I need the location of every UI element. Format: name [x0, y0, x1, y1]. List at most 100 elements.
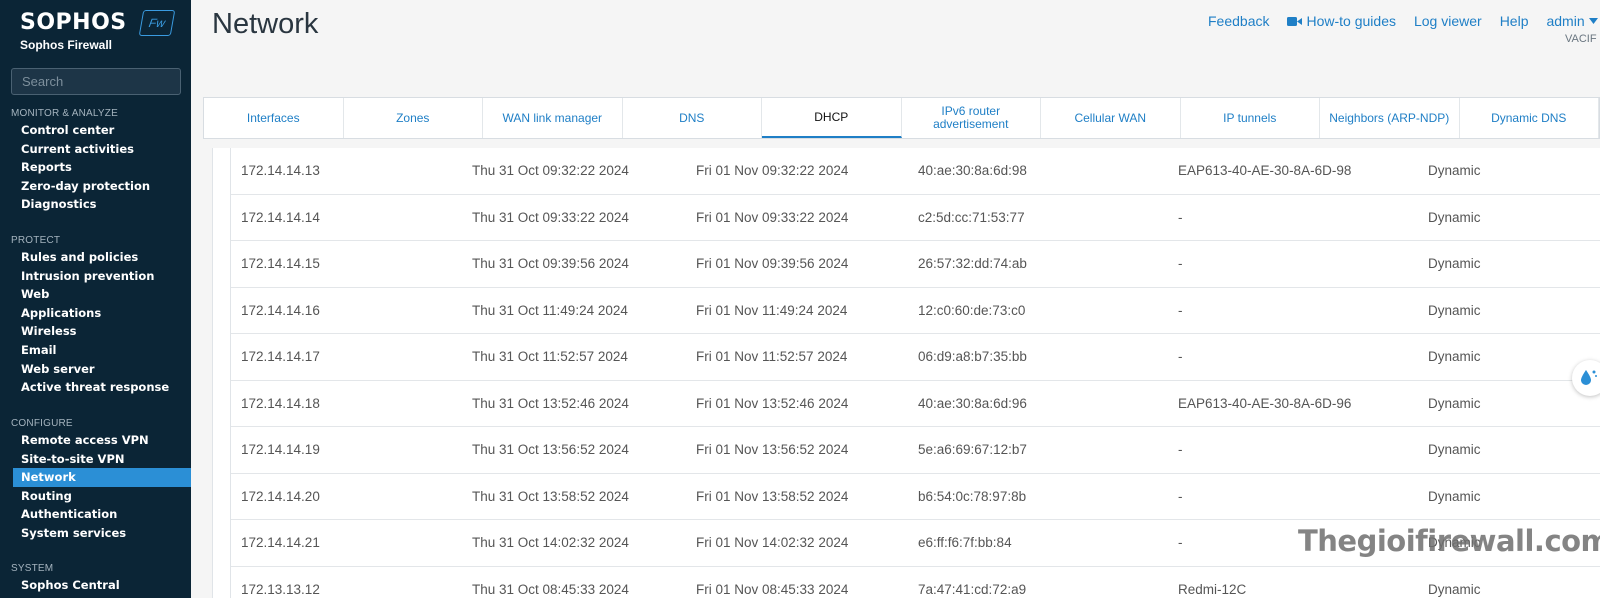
lease-ip: 172.14.14.15	[241, 256, 320, 272]
lease-mac: 5e:a6:69:67:12:b7	[918, 442, 1027, 458]
water-drop-icon	[1581, 370, 1597, 385]
lease-type: Dynamic	[1428, 442, 1481, 458]
sidebar-item-reports[interactable]: Reports	[0, 158, 191, 177]
lease-host: -	[1178, 302, 1183, 318]
table-row[interactable]: 172.14.14.14 Thu 31 Oct 09:33:22 2024 Fr…	[231, 195, 1600, 241]
tab-ip-tunnels[interactable]: IP tunnels	[1181, 98, 1320, 138]
table-row[interactable]: 172.14.14.20 Thu 31 Oct 13:58:52 2024 Fr…	[231, 474, 1600, 520]
lease-mac: 26:57:32:dd:74:ab	[918, 256, 1027, 272]
lease-host: -	[1178, 488, 1183, 504]
lease-ip: 172.14.14.16	[241, 302, 320, 318]
lease-start: Thu 31 Oct 09:32:22 2024	[472, 163, 629, 179]
how-to-guides-link[interactable]: How-to guides	[1306, 13, 1396, 29]
tab-dhcp[interactable]: DHCP	[762, 98, 902, 138]
lease-end: Fri 01 Nov 09:33:22 2024	[696, 209, 849, 225]
top-links: Feedback How-to guides Log viewer Help a…	[1208, 13, 1598, 29]
sidebar-item-email[interactable]: Email	[0, 341, 191, 360]
page-title: Network	[212, 8, 319, 40]
lease-end: Fri 01 Nov 08:45:33 2024	[696, 581, 849, 597]
sidebar: SOPHOS Sophos Firewall Fw MONITOR & ANAL…	[0, 0, 198, 598]
nav-heading: CONFIGURE	[11, 418, 73, 429]
lease-mac: 7a:47:41:cd:72:a9	[918, 581, 1027, 597]
table-row[interactable]: 172.14.14.17 Thu 31 Oct 11:52:57 2024 Fr…	[231, 334, 1600, 381]
lease-host: -	[1178, 349, 1183, 365]
tab-ipv6-router-advertisement[interactable]: IPv6 router advertisement	[902, 98, 1041, 138]
lease-type: Dynamic	[1428, 395, 1481, 411]
sidebar-item-zero-day-protection[interactable]: Zero-day protection	[0, 177, 191, 196]
lease-end: Fri 01 Nov 13:58:52 2024	[696, 488, 849, 504]
table-row[interactable]: 172.14.14.19 Thu 31 Oct 13:56:52 2024 Fr…	[231, 427, 1600, 474]
tab-cellular-wan[interactable]: Cellular WAN	[1041, 98, 1181, 138]
lease-start: Thu 31 Oct 08:45:33 2024	[472, 581, 629, 597]
tab-zones[interactable]: Zones	[344, 98, 483, 138]
lease-start: Thu 31 Oct 13:56:52 2024	[472, 442, 629, 458]
assistant-button[interactable]	[1572, 360, 1600, 396]
sidebar-item-active-threat-response[interactable]: Active threat response	[0, 378, 191, 397]
lease-type: Dynamic	[1428, 488, 1481, 504]
lease-end: Fri 01 Nov 13:56:52 2024	[696, 442, 849, 458]
lease-start: Thu 31 Oct 13:52:46 2024	[472, 395, 629, 411]
lease-mac: 40:ae:30:8a:6d:96	[918, 395, 1027, 411]
sidebar-item-intrusion-prevention[interactable]: Intrusion prevention	[0, 267, 191, 286]
nav-heading: MONITOR & ANALYZE	[11, 108, 118, 119]
sidebar-item-wireless[interactable]: Wireless	[0, 322, 191, 341]
sophos-logo[interactable]: SOPHOS Sophos Firewall	[20, 10, 127, 52]
log-viewer-link[interactable]: Log viewer	[1414, 13, 1482, 29]
lease-start: Thu 31 Oct 14:02:32 2024	[472, 535, 629, 551]
lease-start: Thu 31 Oct 11:52:57 2024	[472, 349, 628, 365]
sidebar-item-web[interactable]: Web	[0, 285, 191, 304]
sidebar-item-system-services[interactable]: System services	[0, 524, 191, 543]
nav-heading: PROTECT	[11, 235, 61, 246]
tab-interfaces[interactable]: Interfaces	[204, 98, 344, 138]
table-row[interactable]: 172.14.14.18 Thu 31 Oct 13:52:46 2024 Fr…	[231, 381, 1600, 427]
lease-ip: 172.14.14.18	[241, 395, 320, 411]
lease-host: -	[1178, 442, 1183, 458]
lease-mac: e6:ff:f6:7f:bb:84	[918, 535, 1012, 551]
lease-end: Fri 01 Nov 09:39:56 2024	[696, 256, 849, 272]
user-menu[interactable]: admin	[1546, 13, 1584, 29]
lease-end: Fri 01 Nov 11:49:24 2024	[696, 302, 848, 318]
sidebar-item-control-center[interactable]: Control center	[0, 121, 191, 140]
tab-wan-link-manager[interactable]: WAN link manager	[483, 98, 623, 138]
network-tabs: Interfaces Zones WAN link manager DNS DH…	[203, 97, 1600, 139]
lease-ip: 172.14.14.13	[241, 163, 320, 179]
sidebar-item-remote-access-vpn[interactable]: Remote access VPN	[0, 431, 191, 450]
lease-type: Dynamic	[1428, 209, 1481, 225]
tab-dynamic-dns[interactable]: Dynamic DNS	[1460, 98, 1599, 138]
lease-host: EAP613-40-AE-30-8A-6D-98	[1178, 163, 1352, 179]
table-row[interactable]: 172.13.13.12 Thu 31 Oct 08:45:33 2024 Fr…	[231, 567, 1600, 598]
sidebar-item-web-server[interactable]: Web server	[0, 360, 191, 379]
sidebar-item-routing[interactable]: Routing	[0, 487, 191, 506]
lease-host: EAP613-40-AE-30-8A-6D-96	[1178, 395, 1352, 411]
lease-end: Fri 01 Nov 11:52:57 2024	[696, 349, 848, 365]
sidebar-item-rules-and-policies[interactable]: Rules and policies	[0, 248, 191, 267]
tab-dns[interactable]: DNS	[623, 98, 762, 138]
search-input[interactable]	[12, 74, 198, 89]
sidebar-item-site-to-site-vpn[interactable]: Site-to-site VPN	[0, 450, 191, 469]
table-row[interactable]: 172.14.14.15 Thu 31 Oct 09:39:56 2024 Fr…	[231, 241, 1600, 288]
chevron-down-icon[interactable]	[1588, 18, 1598, 24]
sidebar-item-sophos-central[interactable]: Sophos Central	[0, 576, 191, 595]
lease-host: -	[1178, 209, 1183, 225]
lease-ip: 172.14.14.17	[241, 349, 320, 365]
sidebar-item-authentication[interactable]: Authentication	[0, 505, 191, 524]
lease-ip: 172.14.14.19	[241, 442, 320, 458]
sidebar-item-network[interactable]: Network	[13, 468, 191, 487]
nav-section-system: SYSTEM Sophos Central	[0, 562, 191, 595]
lease-ip: 172.14.14.20	[241, 488, 320, 504]
lease-end: Fri 01 Nov 14:02:32 2024	[696, 535, 849, 551]
lease-mac: c2:5d:cc:71:53:77	[918, 209, 1025, 225]
help-link[interactable]: Help	[1500, 13, 1529, 29]
nav-heading: SYSTEM	[11, 563, 54, 574]
lease-type: Dynamic	[1428, 302, 1481, 318]
feedback-link[interactable]: Feedback	[1208, 13, 1269, 29]
nav-section-protect: PROTECT Rules and policies Intrusion pre…	[0, 234, 191, 397]
table-row[interactable]: 172.14.14.16 Thu 31 Oct 11:49:24 2024 Fr…	[231, 288, 1600, 334]
tab-neighbors[interactable]: Neighbors (ARP-NDP)	[1320, 98, 1460, 138]
table-row[interactable]: 172.14.14.13 Thu 31 Oct 09:32:22 2024 Fr…	[231, 148, 1600, 195]
sidebar-item-current-activities[interactable]: Current activities	[0, 140, 191, 159]
sidebar-item-applications[interactable]: Applications	[0, 304, 191, 323]
lease-type: Dynamic	[1428, 349, 1481, 365]
lease-mac: 40:ae:30:8a:6d:98	[918, 163, 1027, 179]
sidebar-item-diagnostics[interactable]: Diagnostics	[0, 195, 191, 214]
